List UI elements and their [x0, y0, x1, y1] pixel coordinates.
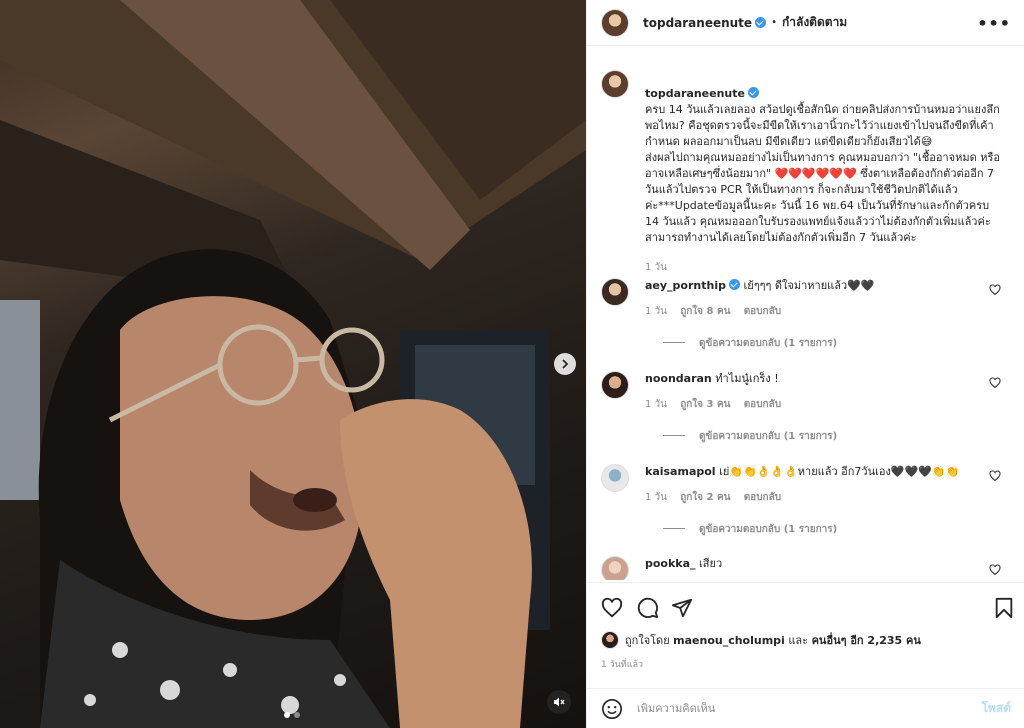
chevron-right-icon: [562, 359, 569, 369]
mute-button[interactable]: [547, 690, 571, 714]
carousel-dot: [294, 712, 300, 718]
comment-time[interactable]: 1 วัน: [645, 399, 667, 410]
caption-time[interactable]: 1 วัน: [645, 262, 667, 273]
post-photo: [0, 0, 586, 728]
caption-text: ครบ 14 วันแล้วเลยลอง สว้อปดูเชื้อสักนิด …: [645, 103, 1001, 244]
verified-badge-icon: [747, 87, 759, 98]
comment-input[interactable]: [637, 702, 982, 715]
others-likes-link[interactable]: คนอื่นๆ อีก 2,235 คน: [812, 631, 921, 649]
comment-username[interactable]: noondaran: [645, 372, 712, 385]
post-comment-button[interactable]: โพสต์: [982, 699, 1011, 718]
comment-username[interactable]: kaisamapol: [645, 465, 716, 478]
comment-likes[interactable]: ถูกใจ 8 คน: [680, 306, 730, 317]
add-comment-bar: โพสต์: [587, 688, 1024, 728]
more-horizontal-icon[interactable]: •••: [977, 14, 1011, 33]
reply-button[interactable]: ตอบกลับ: [744, 399, 781, 410]
verified-badge-icon: [755, 16, 767, 28]
heart-icon[interactable]: [989, 564, 1001, 576]
comment-text: ทำไมนู๋เกร็ง !: [715, 372, 779, 385]
follow-status-button[interactable]: กำลังติดตาม: [782, 13, 847, 32]
author-username[interactable]: topdaraneenute: [643, 16, 767, 30]
comments-list[interactable]: topdaraneenute ครบ 14 วันแล้วเลยลอง สว้อ…: [587, 58, 1024, 580]
comment-text: เย่👏👏👌👌👌หายแล้ว อีก7วันเอง🖤🖤🖤👏👏: [719, 465, 960, 478]
heart-icon[interactable]: [601, 597, 623, 619]
likes-summary: ถูกใจโดย maenou_cholumpi และ คนอื่นๆ อีก…: [601, 631, 921, 649]
commenter-avatar[interactable]: [601, 464, 629, 492]
likes-and: และ: [788, 634, 809, 647]
comment-text: เย้ๆๆๆ ดีใจม่าหายแล้ว🖤🖤: [743, 279, 875, 292]
comment-text: เสียว: [699, 557, 723, 570]
comment-time[interactable]: 1 วัน: [645, 492, 667, 503]
comment-likes[interactable]: ถูกใจ 2 คน: [680, 492, 730, 503]
carousel-dot: [284, 712, 290, 718]
share-icon[interactable]: [671, 597, 693, 619]
sound-off-icon: [554, 697, 565, 707]
commenter-avatar[interactable]: [601, 556, 629, 580]
post-media[interactable]: [0, 0, 586, 728]
commenter-avatar[interactable]: [601, 371, 629, 399]
likes-prefix: ถูกใจโดย: [625, 634, 670, 647]
next-slide-button[interactable]: [554, 353, 576, 375]
comment-time[interactable]: 1 วัน: [645, 306, 667, 317]
verified-badge-icon: [728, 279, 740, 290]
caption-username[interactable]: topdaraneenute: [645, 87, 745, 100]
view-replies-button[interactable]: ดูข้อความตอบกลับ (1 รายการ): [663, 522, 837, 537]
heart-icon[interactable]: [989, 284, 1001, 296]
post-header: topdaraneenute • กำลังติดตาม •••: [587, 0, 1024, 46]
comment-username[interactable]: pookka_: [645, 557, 696, 570]
comment-likes[interactable]: ถูกใจ 3 คน: [680, 399, 730, 410]
view-replies-button[interactable]: ดูข้อความตอบกลับ (1 รายการ): [663, 336, 837, 351]
view-replies-button[interactable]: ดูข้อความตอบกลับ (1 รายการ): [663, 429, 837, 444]
comment-username[interactable]: aey_pornthip: [645, 279, 726, 292]
bookmark-icon[interactable]: [993, 597, 1015, 619]
emoji-icon[interactable]: [601, 698, 623, 720]
liker-avatar[interactable]: [601, 631, 619, 649]
post-time[interactable]: 1 วันที่แล้ว: [601, 657, 643, 671]
liker-username[interactable]: maenou_cholumpi: [673, 634, 785, 647]
carousel-indicator: [284, 712, 300, 718]
comment-icon[interactable]: [637, 597, 659, 619]
author-avatar[interactable]: [601, 70, 629, 98]
reply-button[interactable]: ตอบกลับ: [744, 492, 781, 503]
heart-icon[interactable]: [989, 377, 1001, 389]
commenter-avatar[interactable]: [601, 278, 629, 306]
post-actions: [587, 582, 1024, 630]
heart-icon[interactable]: [989, 470, 1001, 482]
post-side-panel: topdaraneenute • กำลังติดตาม ••• topdara…: [586, 0, 1024, 728]
header-separator: •: [771, 17, 777, 28]
author-avatar[interactable]: [601, 8, 629, 37]
reply-button[interactable]: ตอบกลับ: [744, 306, 781, 317]
